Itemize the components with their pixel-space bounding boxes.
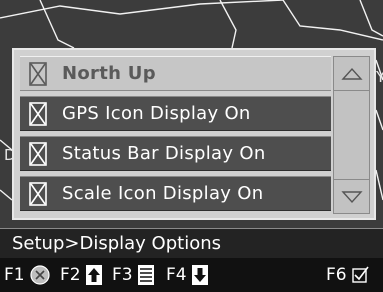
f3-list-button[interactable]: F3: [112, 261, 155, 289]
option-label: North Up: [62, 63, 156, 84]
scroll-up-button[interactable]: [334, 57, 369, 91]
fkey-label: F6: [326, 265, 347, 285]
page-up-icon: [85, 265, 102, 285]
breadcrumb: Setup>Display Options: [12, 233, 221, 254]
option-label: Scale Icon Display On: [62, 183, 264, 204]
map-label: Y: [376, 68, 383, 86]
option-gps-icon-display[interactable]: GPS Icon Display On: [20, 96, 331, 131]
option-label: GPS Icon Display On: [62, 103, 251, 124]
option-scale-icon-display[interactable]: Scale Icon Display On: [20, 176, 331, 211]
list-icon: [137, 265, 154, 285]
options-scrollbar[interactable]: [333, 56, 370, 214]
breadcrumb-bar: Setup>Display Options: [0, 228, 383, 258]
fkey-label: F3: [112, 265, 133, 285]
cancel-circle-icon: [30, 265, 50, 285]
page-down-icon: [191, 265, 208, 285]
f2-page-up-button[interactable]: F2: [60, 261, 103, 289]
function-key-bar: F1 F2 F3 F4 F6: [0, 258, 383, 292]
scroll-down-button[interactable]: [334, 179, 369, 213]
triangle-up-outline-icon: [340, 67, 363, 80]
fkey-label: F1: [4, 265, 25, 285]
option-status-bar-display[interactable]: Status Bar Display On: [20, 136, 331, 171]
checkbox-checked-icon[interactable]: [26, 61, 50, 86]
checkbox-icon: [351, 266, 369, 283]
checkbox-checked-icon[interactable]: [26, 101, 50, 126]
checkbox-checked-icon[interactable]: [26, 181, 50, 206]
option-label: Status Bar Display On: [62, 143, 266, 164]
checkbox-checked-icon[interactable]: [26, 141, 50, 166]
f1-cancel-button[interactable]: F1: [4, 261, 51, 289]
fkey-label: F4: [166, 265, 187, 285]
option-north-up[interactable]: North Up: [20, 56, 331, 91]
triangle-down-outline-icon: [340, 190, 363, 203]
display-options-dialog: North Up GPS Icon Display On Status Bar …: [12, 48, 376, 220]
fkey-label: F2: [60, 265, 81, 285]
f4-page-down-button[interactable]: F4: [166, 261, 209, 289]
f6-confirm-button[interactable]: F6: [326, 261, 369, 289]
